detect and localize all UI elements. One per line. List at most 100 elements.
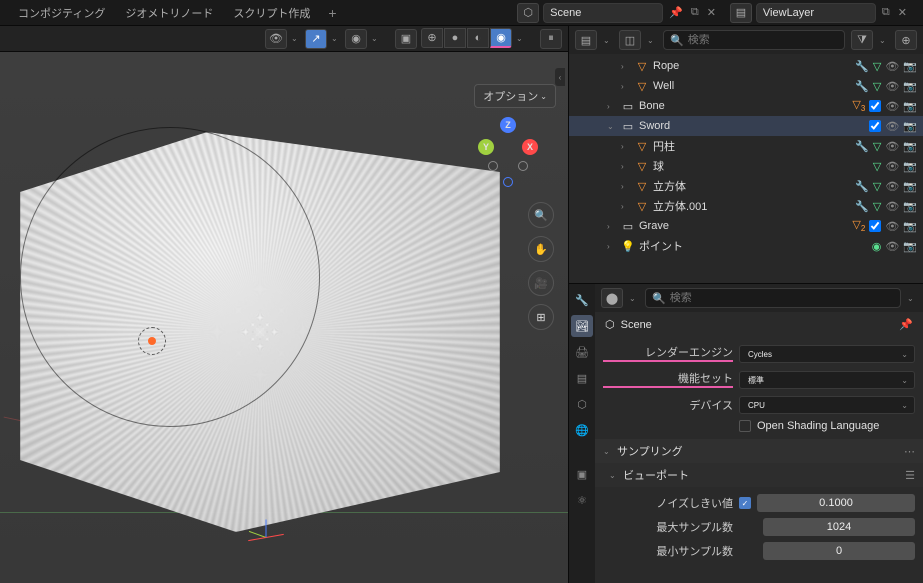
tab-scripting[interactable]: スクリプト作成 — [223, 1, 320, 25]
tree-row[interactable]: ›▭Grave▽2👁📷 — [569, 216, 923, 236]
perspective-toggle-icon[interactable]: ⊞ — [528, 304, 554, 330]
tree-row[interactable]: ›▽Rope🔧▽👁📷 — [569, 56, 923, 76]
cam-toggle-icon[interactable]: 📷 — [903, 120, 917, 133]
tree-row[interactable]: ⌄▭Sword👁📷 — [569, 116, 923, 136]
wrench-icon[interactable]: 🔧 — [855, 140, 869, 153]
outliner-filter-button[interactable]: ⧩ — [851, 30, 873, 50]
delete-layer-icon[interactable]: ✕ — [896, 4, 909, 21]
render-engine-dropdown[interactable]: Cycles — [739, 345, 915, 363]
gizmo-z-axis[interactable]: Z — [500, 117, 516, 133]
tree-row[interactable]: ›▽円柱🔧▽👁📷 — [569, 136, 923, 156]
expand-icon[interactable]: › — [621, 182, 631, 191]
min-samples-value[interactable]: 0 — [763, 542, 915, 560]
viewport-options-button[interactable]: オプション⌄ — [474, 84, 556, 108]
exclude-checkbox[interactable] — [869, 120, 881, 132]
expand-icon[interactable]: ⌄ — [607, 122, 617, 131]
expand-icon[interactable]: › — [621, 82, 631, 91]
copy-scene-icon[interactable]: ⧉ — [689, 4, 701, 21]
prop-tab-object[interactable]: ▣ — [571, 463, 593, 485]
cam-toggle-icon[interactable]: 📷 — [903, 60, 917, 73]
prop-tab-world[interactable]: 🌐 — [571, 419, 593, 441]
eye-toggle-icon[interactable]: 👁 — [885, 100, 899, 113]
pause-render-button[interactable]: ⏸ — [540, 29, 562, 49]
eye-toggle-icon[interactable]: 👁 — [885, 240, 899, 253]
tab-compositing[interactable]: コンポジティング — [8, 1, 115, 25]
tree-row[interactable]: ›▽球▽👁📷 — [569, 156, 923, 176]
property-search-input[interactable] — [670, 292, 894, 304]
expand-icon[interactable]: › — [621, 162, 631, 171]
prop-tab-render[interactable]: 🏞 — [571, 315, 593, 337]
max-samples-value[interactable]: 1024 — [763, 518, 915, 536]
shading-solid[interactable]: ● — [444, 28, 466, 48]
viewport-sampling-header[interactable]: ⌄ ビューポート ☰ — [595, 463, 923, 487]
outliner-tree[interactable]: ›▽Rope🔧▽👁📷›▽Well🔧▽👁📷›▭Bone▽3👁📷⌄▭Sword👁📷›… — [569, 54, 923, 283]
tree-row[interactable]: ›▽立方体🔧▽👁📷 — [569, 176, 923, 196]
light-data-icon[interactable]: ◉ — [872, 240, 882, 253]
tree-row[interactable]: ›💡ポイント◉👁📷 — [569, 236, 923, 256]
cam-toggle-icon[interactable]: 📷 — [903, 100, 917, 113]
eye-toggle-icon[interactable]: 👁 — [885, 200, 899, 213]
tab-add-button[interactable]: + — [320, 1, 344, 25]
layer-name-field[interactable]: ViewLayer — [756, 3, 876, 23]
noise-threshold-value[interactable]: 0.1000 — [757, 494, 915, 512]
cam-toggle-icon[interactable]: 📷 — [903, 200, 917, 213]
visibility-toggle[interactable]: 👁 — [265, 29, 287, 49]
expand-icon[interactable]: › — [607, 242, 617, 251]
eye-toggle-icon[interactable]: 👁 — [885, 180, 899, 193]
prop-tab-physics[interactable]: ⚛ — [571, 489, 593, 511]
outliner-view-mode[interactable]: ◫ — [619, 30, 641, 50]
prop-tab-tool[interactable]: 🔧 — [571, 289, 593, 311]
gizmo-neg-z[interactable] — [503, 177, 513, 187]
shading-rendered[interactable]: ◉ — [490, 28, 512, 48]
transform-gizmo[interactable] — [246, 517, 286, 557]
eye-toggle-icon[interactable]: 👁 — [885, 60, 899, 73]
exclude-checkbox[interactable] — [869, 100, 881, 112]
cam-toggle-icon[interactable]: 📷 — [903, 180, 917, 193]
tri-icon[interactable]: ▽ — [873, 140, 881, 153]
pan-icon[interactable]: ✋ — [528, 236, 554, 262]
cam-toggle-icon[interactable]: 📷 — [903, 240, 917, 253]
outliner-search-input[interactable] — [688, 34, 838, 46]
outliner-display-mode[interactable]: ▤ — [575, 30, 597, 50]
cam-toggle-icon[interactable]: 📷 — [903, 80, 917, 93]
gizmo-toggle[interactable]: ↗ — [305, 29, 327, 49]
expand-icon[interactable]: › — [621, 202, 631, 211]
device-dropdown[interactable]: CPU — [739, 396, 915, 414]
cam-toggle-icon[interactable]: 📷 — [903, 160, 917, 173]
wrench-icon[interactable]: 🔧 — [855, 180, 869, 193]
breadcrumb-scene[interactable]: Scene — [621, 319, 652, 331]
outliner-new-collection[interactable]: ⊕ — [895, 30, 917, 50]
eye-toggle-icon[interactable]: 👁 — [885, 120, 899, 133]
cam-toggle-icon[interactable]: 📷 — [903, 220, 917, 233]
pin-icon[interactable]: 📌 — [899, 318, 913, 331]
xray-toggle[interactable]: ▣ — [395, 29, 417, 49]
exclude-checkbox[interactable] — [869, 220, 881, 232]
wrench-icon[interactable]: 🔧 — [855, 80, 869, 93]
viewport-canvas[interactable]: オプション⌄ Z X Y 🔍 ✋ 🎥 ⊞ — [0, 52, 568, 583]
tri-icon[interactable]: ▽ — [873, 60, 881, 73]
prop-tab-viewlayer[interactable]: ▤ — [571, 367, 593, 389]
property-search[interactable]: 🔍 — [645, 288, 901, 308]
panel-menu-icon[interactable]: ⋯ — [904, 445, 915, 458]
wrench-icon[interactable]: 🔧 — [855, 60, 869, 73]
eye-toggle-icon[interactable]: 👁 — [885, 80, 899, 93]
tree-row[interactable]: ›▭Bone▽3👁📷 — [569, 96, 923, 116]
pin-icon[interactable]: 📌 — [667, 4, 685, 21]
zoom-icon[interactable]: 🔍 — [528, 202, 554, 228]
eye-toggle-icon[interactable]: 👁 — [885, 140, 899, 153]
expand-icon[interactable]: › — [607, 102, 617, 111]
camera-view-icon[interactable]: 🎥 — [528, 270, 554, 296]
gizmo-x-axis[interactable]: X — [522, 139, 538, 155]
gizmo-neg-axis2[interactable] — [518, 161, 528, 171]
osl-checkbox[interactable] — [739, 420, 751, 432]
shading-wireframe[interactable]: ⊕ — [421, 28, 443, 48]
overlay-toggle[interactable]: ◉ — [345, 29, 367, 49]
panel-preset-icon[interactable]: ☰ — [905, 469, 915, 482]
tree-row[interactable]: ›▽Well🔧▽👁📷 — [569, 76, 923, 96]
delete-scene-icon[interactable]: ✕ — [705, 4, 718, 21]
tree-row[interactable]: ›▽立方体.001🔧▽👁📷 — [569, 196, 923, 216]
expand-icon[interactable]: › — [607, 222, 617, 231]
expand-icon[interactable]: › — [621, 62, 631, 71]
layer-browse-button[interactable]: ▤ — [730, 3, 752, 23]
prop-tab-output[interactable]: 🖨 — [571, 341, 593, 363]
